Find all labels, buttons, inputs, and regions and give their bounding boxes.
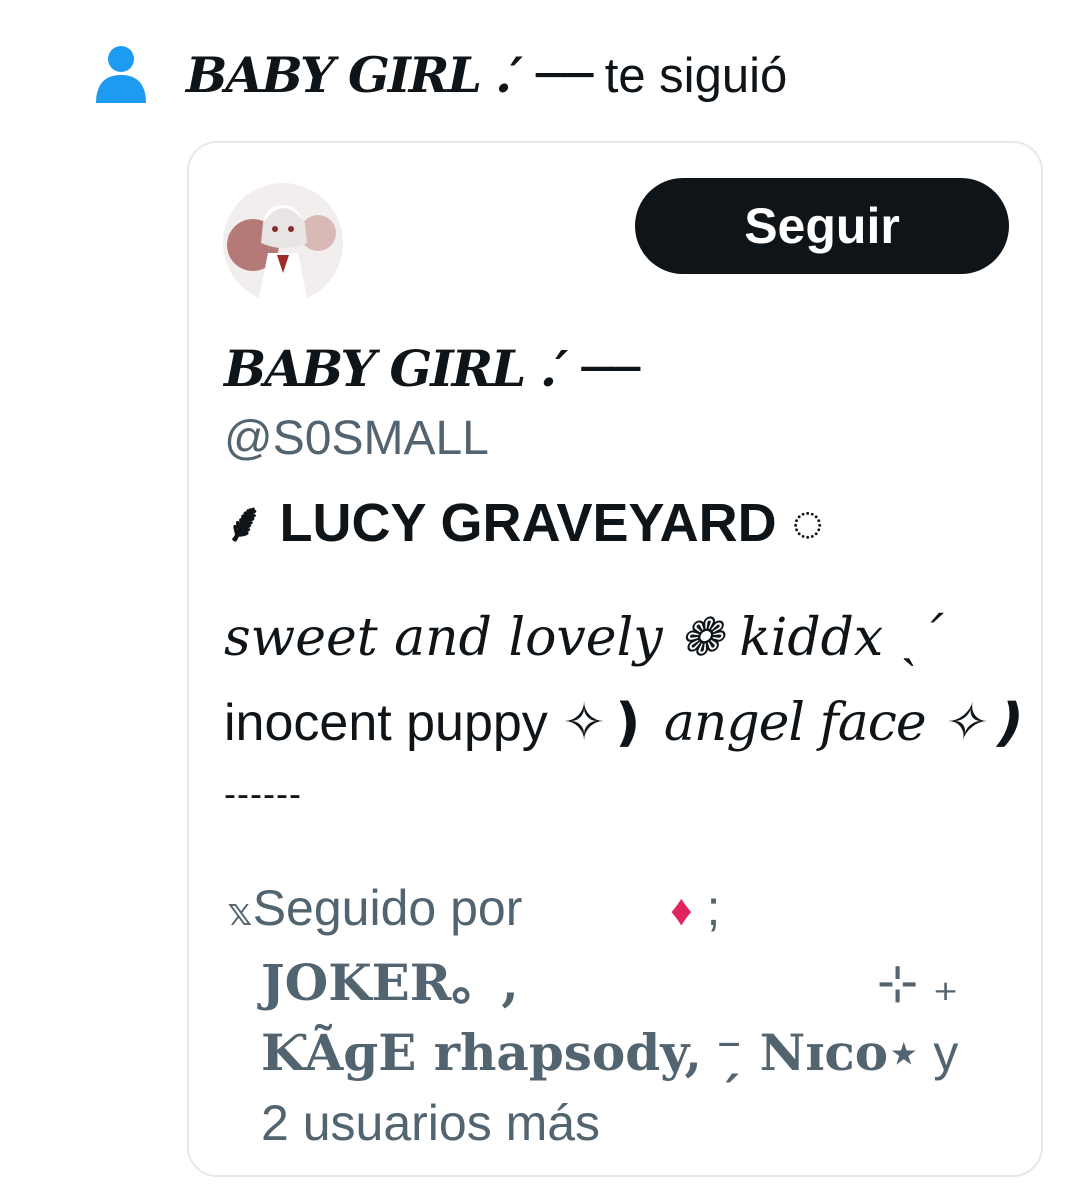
bio-text: angel face ✧❫ bbox=[663, 693, 1028, 753]
follower-name[interactable]: ƘÃɡE rhapsody, bbox=[261, 1023, 702, 1082]
bio-divider: --‐‐-- bbox=[224, 773, 302, 814]
notification-text: BABY GIRL .′ ── te siguió bbox=[186, 46, 787, 104]
diamond-icon: ♦ bbox=[670, 886, 693, 935]
bio-line: inocent puppy ✧❫ angel face ✧❫ bbox=[224, 693, 1028, 753]
followed-by-more: 2 usuarios más bbox=[261, 1095, 601, 1151]
bio-text: inocent puppy ✧❫ bbox=[224, 694, 664, 752]
notification-action: te siguió bbox=[604, 49, 788, 103]
x-icon: 𝕩 bbox=[227, 892, 253, 934]
follower-name[interactable]: ⁻̗ Nɪᴄᴏ⋆ bbox=[716, 1023, 920, 1082]
bio-line: ⸙ LUCY GRAVEYARD ◌ bbox=[224, 493, 824, 553]
sparkle-icon: ⊹ ₊ bbox=[876, 955, 959, 1011]
avatar[interactable] bbox=[223, 183, 343, 303]
notification-user-name[interactable]: BABY GIRL .′ ── bbox=[186, 46, 593, 104]
follow-button[interactable]: Seguir bbox=[635, 178, 1009, 274]
notification-row[interactable]: BABY GIRL .′ ── te siguió bbox=[94, 40, 787, 110]
user-card[interactable]: Seguir BABY GIRL .′ ── @S0SMALL ⸙ LUCY G… bbox=[187, 141, 1043, 1177]
bio-line: sweet and lovely ❁ kiddx ˎˊ bbox=[224, 608, 944, 668]
conjunction: y bbox=[933, 1025, 959, 1081]
display-name[interactable]: BABY GIRL .′ ── bbox=[224, 339, 640, 398]
followed-by-suffix: ; bbox=[706, 880, 721, 936]
user-handle[interactable]: @S0SMALL bbox=[224, 411, 489, 466]
person-icon bbox=[94, 45, 148, 105]
follower-name[interactable]: JOKER。, bbox=[261, 953, 519, 1012]
followed-by-label: Seguido por bbox=[252, 880, 523, 936]
followed-by[interactable]: 𝕩Seguido por ♦ ; JOKER。, ⊹ ₊ ƘÃɡE rhapso… bbox=[227, 873, 987, 1158]
